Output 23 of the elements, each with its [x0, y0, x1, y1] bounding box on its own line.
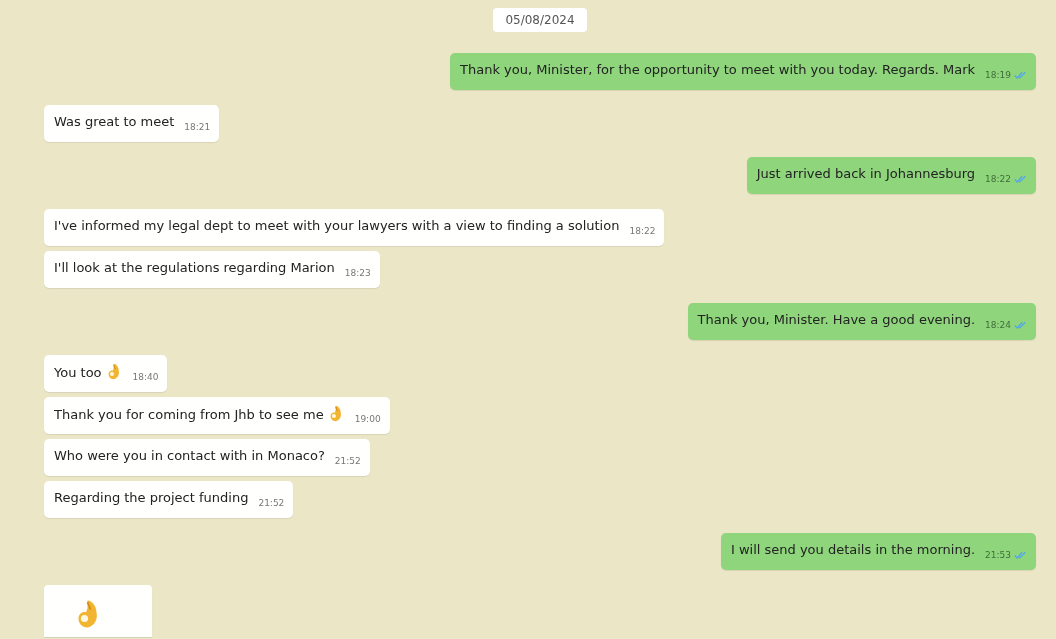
message-time: 18:21: [184, 121, 211, 134]
message-time: 18:19: [985, 69, 1011, 82]
message-time: 18:23: [344, 267, 371, 280]
message-time: 18:24: [985, 319, 1011, 332]
message-text: Was great to meet: [54, 114, 175, 129]
message-text: You too: [54, 365, 102, 380]
message-text: Who were you in contact with in Monaco?: [54, 448, 325, 463]
message-time: 18:22: [985, 173, 1011, 186]
message-time: 21:52: [258, 497, 285, 510]
date-label: 05/08/2024: [493, 8, 587, 32]
message-text: Just arrived back in Johannesburg: [756, 166, 976, 181]
message-time: 21:52: [334, 455, 361, 468]
message-text: I'll look at the regulations regarding Marion: [54, 260, 335, 275]
message-time: 21:53: [985, 549, 1011, 562]
message-text: Thank you for coming from Jhb to see me: [54, 407, 324, 422]
message-text: Thank you, Minister, for the opportunity to meet with you today. Regards. Mark: [460, 62, 976, 77]
message-text: I've informed my legal dept to meet with your lawyers with a view to finding a solution: [54, 218, 620, 233]
message-text: Thank you, Minister. Have a good evening.: [697, 312, 976, 327]
message-time: 18:22: [629, 225, 656, 238]
message-text: I will send you details in the morning.: [730, 542, 976, 557]
message-time: 19:00: [354, 413, 381, 426]
message-time: 18:40: [132, 371, 159, 384]
message-text: Regarding the project funding: [54, 490, 249, 505]
